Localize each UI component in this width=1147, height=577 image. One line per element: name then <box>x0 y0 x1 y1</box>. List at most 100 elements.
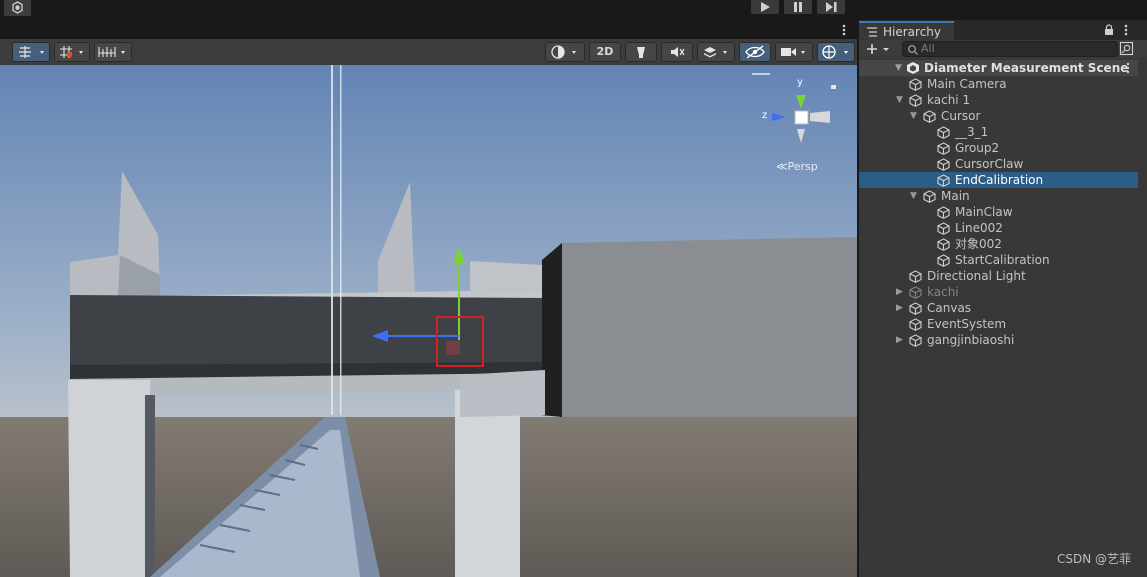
hierarchy-item-label: gangjinbiaoshi <box>927 333 1015 347</box>
scene-camera-button[interactable] <box>775 42 813 62</box>
gameobject-cube-icon <box>909 302 922 315</box>
scene-visibility-button[interactable] <box>739 42 771 62</box>
scene-more-icon[interactable] <box>1124 61 1132 75</box>
hierarchy-item[interactable]: CursorClaw <box>859 156 1139 172</box>
hierarchy-more-icon[interactable] <box>1121 23 1131 37</box>
unity-cloud-icon[interactable] <box>4 0 31 16</box>
hierarchy-scrollbar[interactable] <box>1138 60 1147 577</box>
gameobject-cube-icon <box>937 206 950 219</box>
scene-viewport[interactable]: y z ≪Persp <box>0 65 857 577</box>
more-options-icon[interactable] <box>839 23 849 37</box>
expand-arrow-icon[interactable]: ▶ <box>896 332 906 348</box>
hierarchy-item[interactable]: EventSystem <box>859 316 1139 332</box>
transform-tools-button[interactable] <box>12 42 50 62</box>
search-icon <box>908 45 918 55</box>
hierarchy-item[interactable]: ▼ Main <box>859 188 1139 204</box>
effects-button[interactable] <box>697 42 735 62</box>
collapse-arrow-icon[interactable]: ▼ <box>910 108 920 124</box>
audio-mute-icon <box>671 47 685 57</box>
step-icon <box>826 2 837 12</box>
hierarchy-item[interactable]: EndCalibration <box>859 172 1139 188</box>
pause-button[interactable] <box>784 0 812 14</box>
gameobject-cube-icon <box>923 110 936 123</box>
expand-arrow-icon[interactable]: ▼ <box>895 60 905 76</box>
shading-mode-icon <box>551 45 576 59</box>
step-button[interactable] <box>817 0 845 14</box>
audio-toggle-button[interactable] <box>661 42 693 62</box>
lock-icon[interactable] <box>1103 24 1115 36</box>
hierarchy-item-label: Main Camera <box>927 77 1007 91</box>
gameobject-cube-icon <box>909 318 922 331</box>
hierarchy-item[interactable]: __3_1 <box>859 124 1139 140</box>
hierarchy-item-label: 对象002 <box>955 237 1002 251</box>
hierarchy-item[interactable]: StartCalibration <box>859 252 1139 268</box>
scene-search-icon[interactable] <box>1119 41 1135 57</box>
projection-toggle[interactable]: ≪Persp <box>776 160 818 173</box>
camera-icon <box>781 48 805 56</box>
hierarchy-search-input[interactable]: All <box>902 41 1118 57</box>
tab-hierarchy[interactable]: Hierarchy <box>859 21 954 40</box>
hierarchy-item[interactable]: ▶ kachi <box>859 284 1139 300</box>
gameobject-cube-icon <box>937 158 950 171</box>
hierarchy-list-icon <box>867 27 877 37</box>
hierarchy-item[interactable]: 对象002 <box>859 236 1139 252</box>
gameobject-cube-icon <box>909 286 922 299</box>
draw-mode-button[interactable] <box>545 42 585 62</box>
hierarchy-item[interactable]: Line002 <box>859 220 1139 236</box>
watermark: CSDN @艺菲 <box>1056 552 1131 566</box>
hierarchy-item[interactable]: ▼ kachi 1 <box>859 92 1139 108</box>
hierarchy-item-label: EndCalibration <box>955 173 1044 187</box>
hierarchy-item[interactable]: ▶ Canvas <box>859 300 1139 316</box>
light-bulb-icon <box>637 47 645 58</box>
scene-row[interactable]: ▼ Diameter Measurement Scene <box>859 60 1139 76</box>
hierarchy-item-label: Main <box>941 189 970 203</box>
top-bar <box>0 0 1147 20</box>
grid-snap-button[interactable] <box>54 42 90 62</box>
caliper-body-left <box>68 380 150 577</box>
hierarchy-panel: Hierarchy All ▼ Diameter Measurement Sce… <box>859 20 1147 577</box>
scene-render <box>0 65 857 577</box>
projection-label: Persp <box>787 160 818 173</box>
collapse-arrow-icon[interactable]: ▼ <box>896 92 906 108</box>
lighting-toggle-button[interactable] <box>625 42 657 62</box>
hierarchy-item[interactable]: Directional Light <box>859 268 1139 284</box>
hierarchy-item[interactable]: ▶ gangjinbiaoshi <box>859 332 1139 348</box>
hierarchy-item-label: kachi 1 <box>927 93 971 107</box>
play-icon <box>761 2 770 12</box>
create-plus-icon[interactable] <box>865 42 891 56</box>
gameobject-cube-icon <box>937 174 950 187</box>
gameobject-cube-icon <box>909 94 922 107</box>
hierarchy-item-label: Canvas <box>927 301 972 315</box>
hierarchy-item[interactable]: MainClaw <box>859 204 1139 220</box>
hierarchy-item[interactable]: Main Camera <box>859 76 1139 92</box>
hierarchy-item[interactable]: ▼ Cursor <box>859 108 1139 124</box>
increment-snap-button[interactable] <box>94 42 132 62</box>
hierarchy-item-label: CursorClaw <box>955 157 1024 171</box>
hierarchy-item-label: Cursor <box>941 109 981 123</box>
hierarchy-item[interactable]: Group2 <box>859 140 1139 156</box>
gizmos-button[interactable] <box>817 42 855 62</box>
expand-arrow-icon[interactable]: ▶ <box>896 300 906 316</box>
collapse-arrow-icon[interactable]: ▼ <box>910 188 920 204</box>
gameobject-cube-icon <box>923 190 936 203</box>
gizmo-globe-icon <box>822 45 848 59</box>
hierarchy-tab-label: Hierarchy <box>883 25 942 39</box>
hierarchy-item-label: EventSystem <box>927 317 1007 331</box>
play-button[interactable] <box>751 0 779 14</box>
gameobject-cube-icon <box>909 78 922 91</box>
scene-toolbar: 2D <box>0 39 857 66</box>
block-right-face <box>560 237 857 417</box>
gizmo-axis-y-label: y <box>797 77 803 88</box>
grid-snap-icon <box>60 46 83 58</box>
hierarchy-item-label: StartCalibration <box>955 253 1050 267</box>
move-tool-icon <box>19 46 44 58</box>
effects-layers-icon <box>704 47 727 58</box>
expand-arrow-icon[interactable]: ▶ <box>896 284 906 300</box>
unity-scene-icon <box>907 62 919 74</box>
hierarchy-item-label: MainClaw <box>955 205 1013 219</box>
gameobject-cube-icon <box>937 222 950 235</box>
hierarchy-tab-bar: Hierarchy <box>859 20 1147 40</box>
2d-toggle-button[interactable]: 2D <box>589 42 621 62</box>
search-placeholder: All <box>921 42 935 55</box>
gameobject-cube-icon <box>937 126 950 139</box>
